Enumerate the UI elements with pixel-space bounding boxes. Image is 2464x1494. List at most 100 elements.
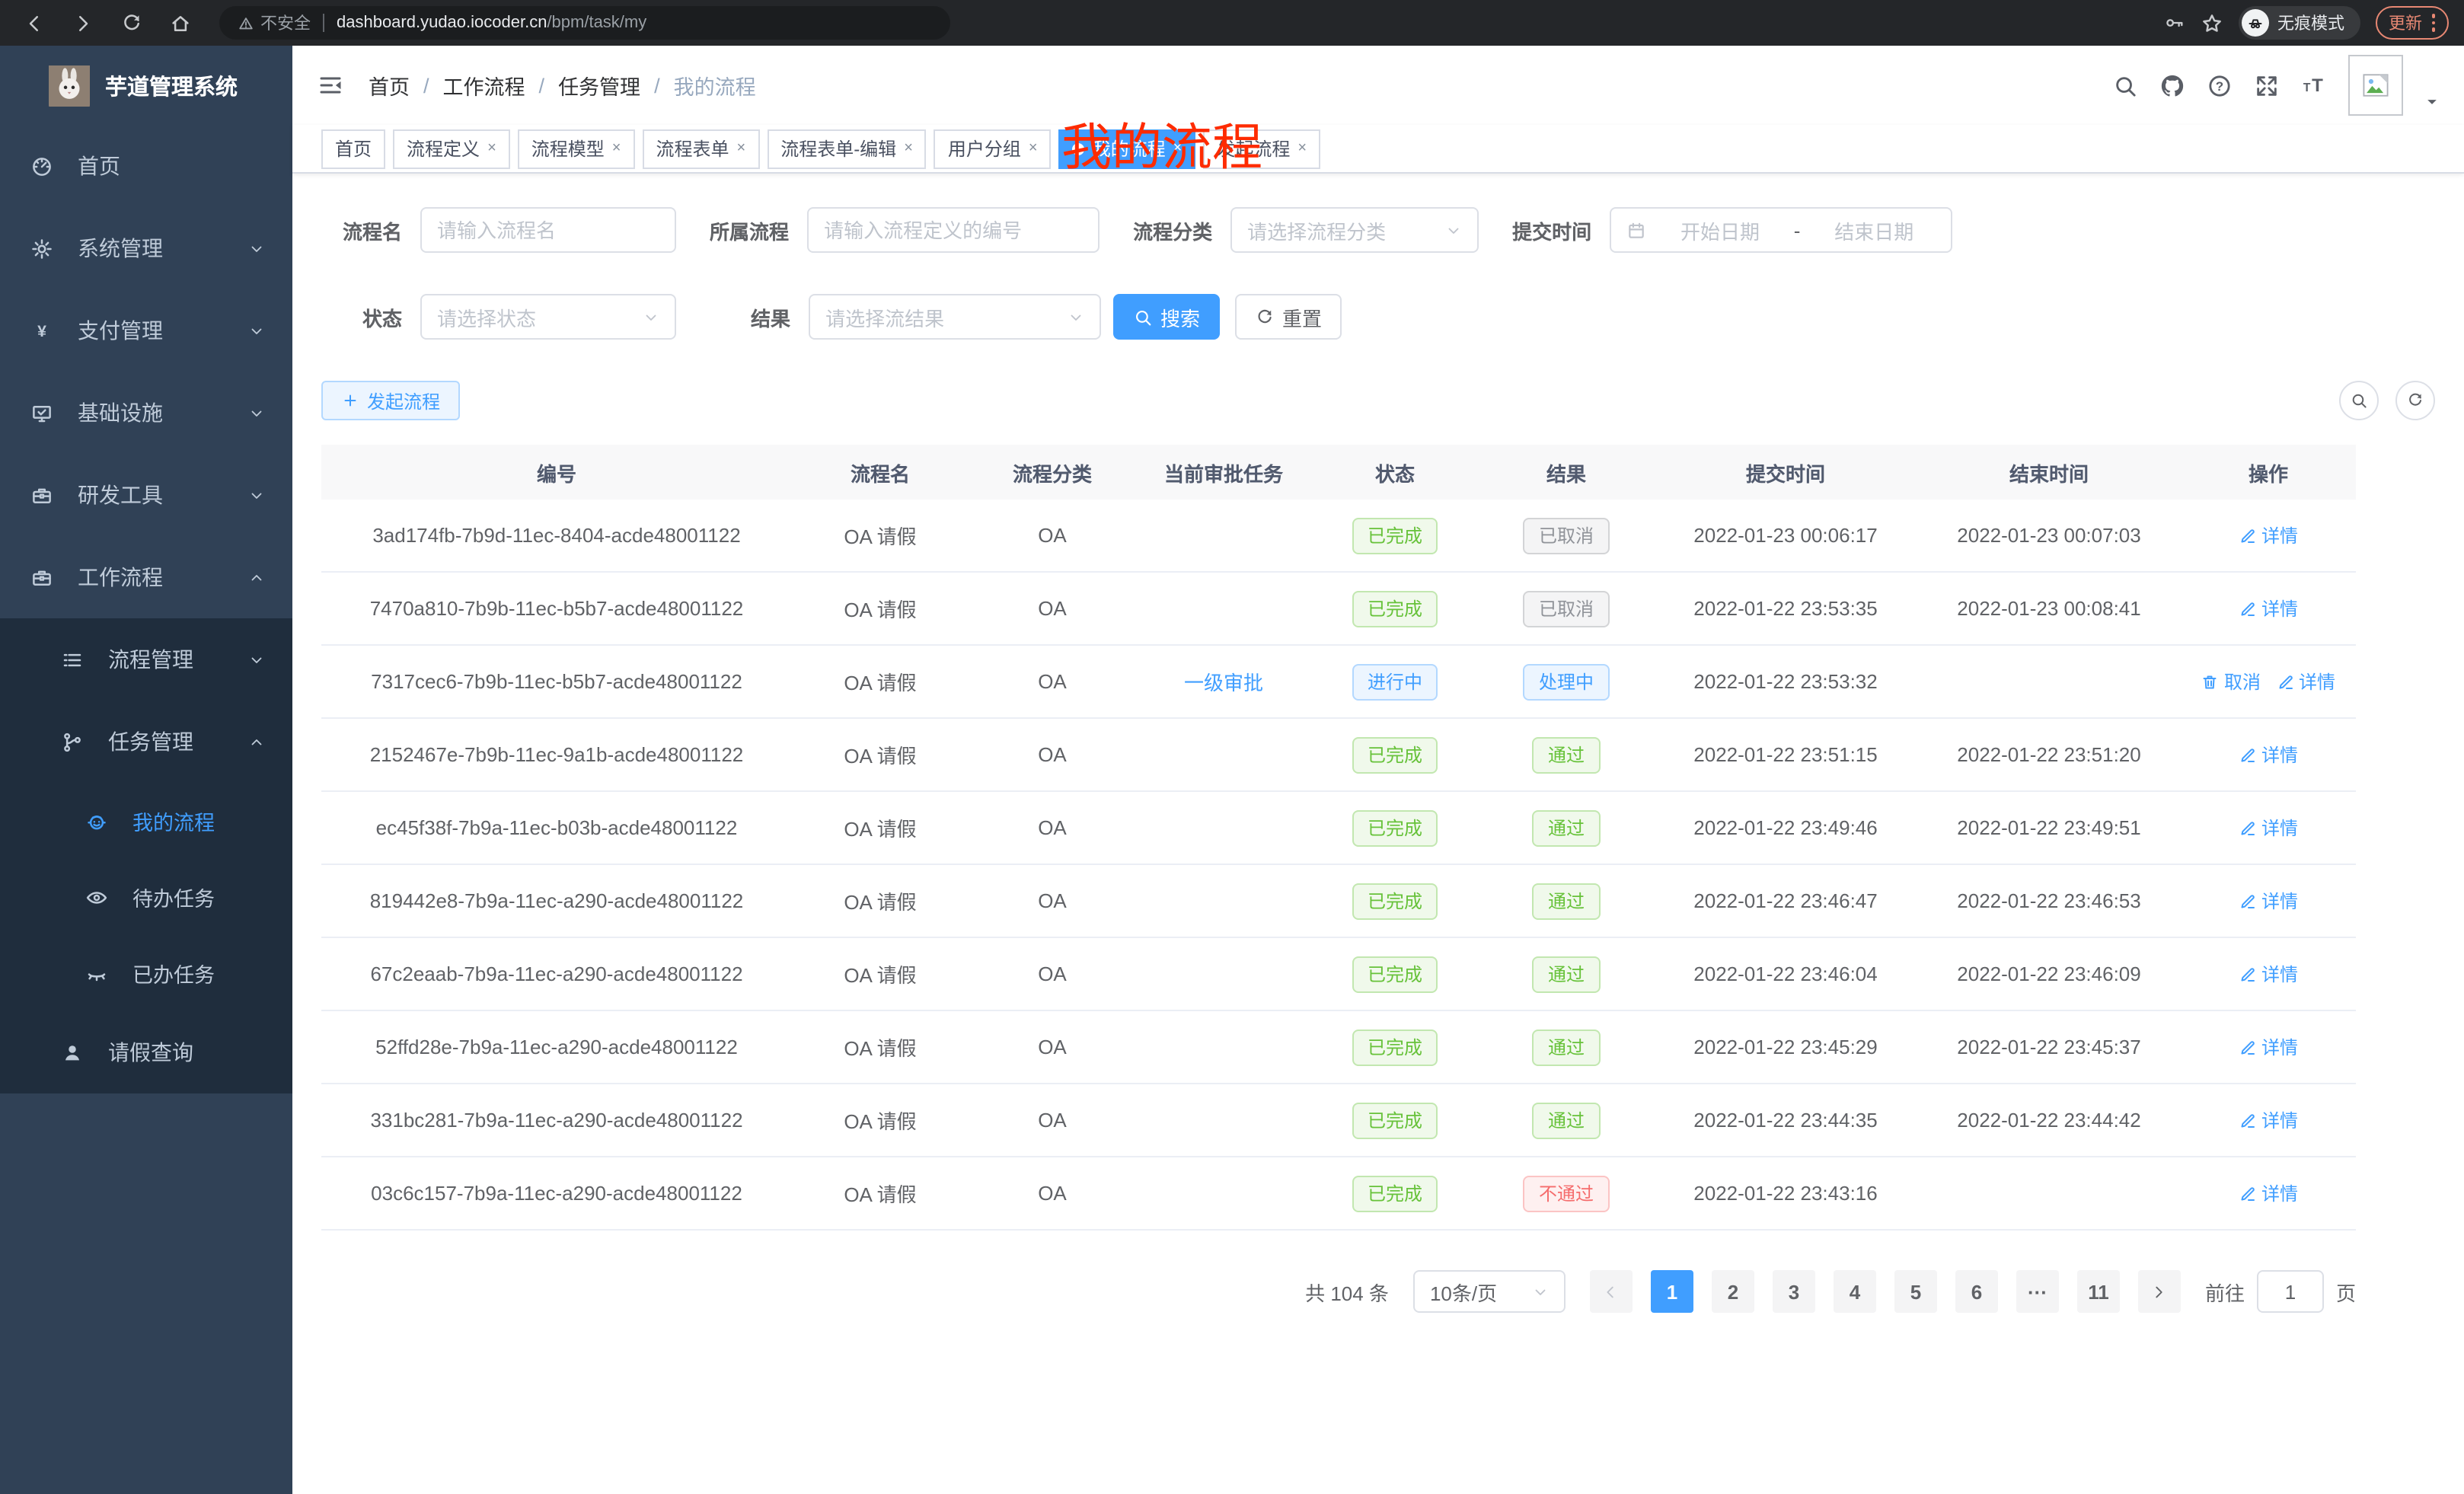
view-tab-用户分组[interactable]: 用户分组× [934,129,1052,168]
sidebar-item-任务管理[interactable]: 任务管理 [0,701,292,783]
refresh-table-button[interactable] [2395,381,2435,420]
sidebar-item-系统管理[interactable]: 系统管理 [0,207,292,289]
detail-link[interactable]: 详情 [2239,1180,2298,1206]
page-button-1[interactable]: 1 [1651,1270,1693,1313]
detail-link[interactable]: 详情 [2239,961,2298,987]
view-tab-首页[interactable]: 首页 [321,129,385,168]
sidebar-item-研发工具[interactable]: 研发工具 [0,454,292,536]
page-button-4[interactable]: 4 [1834,1270,1876,1313]
sidebar-item-待办任务[interactable]: 待办任务 [0,859,292,935]
tab-close-icon[interactable]: × [904,140,913,157]
cell-category: OA [969,962,1136,985]
bookmark-star-icon[interactable] [2200,11,2223,34]
edit-icon [2239,819,2257,837]
view-tab-流程表单-编辑[interactable]: 流程表单-编辑× [767,129,927,168]
tab-close-icon[interactable]: × [737,140,746,157]
fullscreen-icon[interactable] [2254,72,2280,98]
tab-close-icon[interactable]: × [487,140,496,157]
tab-close-icon[interactable]: × [1297,140,1307,157]
cell-category: OA [969,597,1136,620]
detail-link[interactable]: 详情 [2239,742,2298,768]
page-button-11[interactable]: 11 [2077,1270,2120,1313]
process-name-input[interactable] [420,207,676,253]
breadcrumb-item[interactable]: 工作流程 [443,70,525,101]
process-definition-input[interactable] [807,207,1100,253]
filter-row-1: 流程名 所属流程 流程分类 请选择流程分类 提交时间 开始日期 - 结束日期 [321,207,2435,253]
browser-home-button[interactable] [161,5,198,41]
briefcase-icon [30,484,53,506]
arrowR-icon [2151,1282,2168,1301]
view-tab-流程表单[interactable]: 流程表单× [642,129,759,168]
tab-label: 首页 [335,136,372,161]
sidebar-item-首页[interactable]: 首页 [0,125,292,207]
avatar[interactable] [2348,55,2403,116]
sidebar-item-请假查询[interactable]: 请假查询 [0,1011,292,1093]
browser-reload-button[interactable] [113,5,149,41]
detail-link[interactable]: 详情 [2239,888,2298,914]
browser-back-button[interactable] [15,5,52,41]
create-process-button[interactable]: 发起流程 [321,381,460,420]
edit-icon [2239,599,2257,618]
sidebar-item-基础设施[interactable]: 基础设施 [0,372,292,454]
detail-link[interactable]: 详情 [2276,669,2335,694]
submit-time-range-picker[interactable]: 开始日期 - 结束日期 [1610,207,1952,253]
reset-button[interactable]: 重置 [1235,294,1342,340]
svg-text:T: T [2312,75,2323,95]
browser-update-menu-button[interactable]: 更新 [2375,6,2449,40]
github-icon[interactable] [2159,72,2185,98]
help-icon[interactable]: ? [2207,72,2233,98]
view-tab-流程定义[interactable]: 流程定义× [393,129,510,168]
current-task-link[interactable]: 一级审批 [1184,672,1263,694]
page-button-5[interactable]: 5 [1894,1270,1937,1313]
tab-close-icon[interactable]: × [1029,140,1038,157]
sidebar-item-流程管理[interactable]: 流程管理 [0,618,292,701]
breadcrumb-item[interactable]: 任务管理 [558,70,640,101]
next-page-button[interactable] [2138,1270,2181,1313]
plus-icon [341,391,359,410]
cancel-link[interactable]: 取消 [2201,669,2261,694]
page-button-2[interactable]: 2 [1712,1270,1754,1313]
prev-page-button[interactable] [1590,1270,1633,1313]
edit-icon [2276,672,2294,691]
process-table: 编号流程名流程分类当前审批任务状态结果提交时间结束时间操作 3ad174fb-7… [321,445,2356,1231]
detail-link[interactable]: 详情 [2239,1034,2298,1060]
category-select[interactable]: 请选择流程分类 [1230,207,1479,253]
sidebar-collapse-button[interactable] [317,72,344,99]
search-button[interactable]: 搜索 [1113,294,1220,340]
table-toolbar: 发起流程 [321,381,2435,420]
detail-link[interactable]: 详情 [2239,1107,2298,1133]
more-pages-button[interactable]: ··· [2016,1270,2059,1313]
sidebar-item-支付管理[interactable]: ¥支付管理 [0,289,292,372]
key-icon[interactable] [2163,12,2185,34]
column-header-流程分类: 流程分类 [969,458,1136,487]
address-bar[interactable]: 不安全 dashboard.yudao.iocoder.cn/bpm/task/… [219,6,950,40]
detail-link[interactable]: 详情 [2239,815,2298,841]
search-icon[interactable] [2112,72,2138,98]
detail-link[interactable]: 详情 [2239,595,2298,621]
breadcrumb-item[interactable]: 首页 [369,70,410,101]
view-tab-流程模型[interactable]: 流程模型× [518,129,635,168]
show-search-button[interactable] [2339,381,2379,420]
result-select[interactable]: 请选择流结果 [809,294,1101,340]
page-size-select[interactable]: 10条/页 [1413,1270,1566,1313]
status-select[interactable]: 请选择状态 [420,294,676,340]
detail-link[interactable]: 详情 [2239,522,2298,548]
result-badge: 已取消 [1524,517,1609,554]
arrowL-icon [1603,1282,1620,1301]
sidebar-item-我的流程[interactable]: 我的流程 [0,783,292,859]
table-row: 67c2eaab-7b9a-11ec-a290-acde48001122OA 请… [321,938,2356,1011]
user-menu-caret-icon[interactable] [2424,94,2440,110]
font-size-icon[interactable]: TT [2301,72,2327,98]
sidebar-item-工作流程[interactable]: 工作流程 [0,536,292,618]
sidebar-item-label: 待办任务 [132,882,215,912]
goto-page-input[interactable] [2257,1270,2324,1313]
sidebar-item-已办任务[interactable]: 已办任务 [0,935,292,1011]
browser-forward-button[interactable] [64,5,101,41]
tab-close-icon[interactable]: × [612,140,621,157]
cell-status: 已完成 [1311,736,1479,773]
cell-actions: 详情 [2181,815,2356,841]
result-badge: 通过 [1533,736,1600,773]
page-button-6[interactable]: 6 [1955,1270,1998,1313]
page-button-3[interactable]: 3 [1773,1270,1815,1313]
filter-label: 状态 [362,302,402,331]
